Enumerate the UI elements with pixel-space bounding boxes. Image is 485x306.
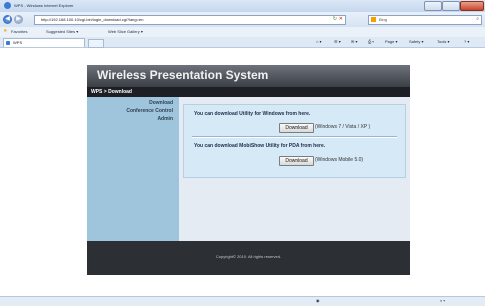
forward-arrow-icon[interactable]: ▶: [14, 15, 23, 24]
search-icon[interactable]: ⌕: [476, 16, 479, 22]
feeds-icon[interactable]: ☰ ▾: [334, 39, 341, 44]
tab-label: WPS: [13, 40, 23, 45]
tab-wps[interactable]: WPS: [3, 38, 85, 47]
pda-download-text: You can download MobiShow Utility for PD…: [194, 143, 326, 149]
copyright-text: Copyright© 2010. All rights reserved.: [215, 254, 282, 259]
page-viewport: Wireless Presentation System WPS > Downl…: [0, 48, 485, 296]
new-tab-button[interactable]: [88, 39, 104, 48]
sidebar-item-conference-control[interactable]: Conference Control: [126, 108, 173, 114]
refresh-icon[interactable]: ↻: [333, 16, 337, 22]
download-pda-button[interactable]: Download: [279, 156, 314, 166]
ie-logo-icon: [4, 2, 11, 9]
app-banner: Wireless Presentation System: [87, 65, 410, 87]
divider: [192, 136, 397, 138]
page-menu[interactable]: Page ▾: [385, 39, 397, 44]
minimize-button[interactable]: [424, 1, 442, 11]
download-panel: You can download Utility for Windows fro…: [183, 104, 406, 178]
app-footer: Copyright© 2010. All rights reserved.: [87, 241, 410, 275]
pda-version-note: (Windows Mobile 5.0): [315, 157, 364, 163]
sidebar: Download Conference Control Admin: [87, 97, 179, 241]
bing-icon: [371, 17, 376, 22]
zoom-icon[interactable]: ⌕ ▾: [440, 298, 445, 303]
search-placeholder: Bing: [379, 17, 388, 22]
breadcrumb: WPS > Download: [87, 87, 410, 97]
mail-icon[interactable]: ✉ ▾: [351, 39, 357, 44]
help-icon[interactable]: ? ▾: [464, 39, 469, 44]
security-zone-icon: ◉: [316, 298, 320, 303]
back-arrow-icon[interactable]: ◀: [3, 15, 12, 24]
stop-icon[interactable]: ✕: [339, 16, 343, 22]
favorites-star-icon[interactable]: ★: [3, 28, 7, 34]
safety-menu[interactable]: Safety ▾: [409, 39, 423, 44]
close-button[interactable]: [460, 1, 484, 11]
page-icon: [6, 41, 10, 45]
maximize-button[interactable]: [442, 1, 460, 11]
tab-bar: WPS ⌂ ▾ ☰ ▾ ✉ ▾ ⎙ ▾ Page ▾ Safety ▾ Tool…: [0, 37, 485, 48]
address-toolbar: ◀ ▶ http://192.168.100.10/cgi-bin/login_…: [0, 12, 485, 27]
app-body: Download Conference Control Admin You ca…: [87, 97, 410, 241]
download-windows-button[interactable]: Download: [279, 123, 314, 133]
tools-menu[interactable]: Tools ▾: [437, 39, 449, 44]
home-icon[interactable]: ⌂ ▾: [316, 39, 322, 44]
url-text: http://192.168.100.10/cgi-bin/login_down…: [41, 17, 144, 22]
favorites-button[interactable]: Favorites: [11, 29, 27, 34]
app-title: Wireless Presentation System: [97, 68, 269, 82]
print-icon[interactable]: ⎙ ▾: [368, 39, 374, 44]
address-input[interactable]: http://192.168.100.10/cgi-bin/login_down…: [34, 15, 346, 25]
windows-version-note: (Windows 7 / Vista / XP ): [315, 124, 371, 130]
main-content: You can download Utility for Windows fro…: [179, 97, 410, 241]
search-input[interactable]: Bing ⌕: [368, 15, 482, 25]
sidebar-item-download[interactable]: Download: [149, 100, 173, 106]
window-title: WPS - Windows Internet Explorer: [14, 3, 74, 8]
wps-app: Wireless Presentation System WPS > Downl…: [87, 65, 410, 275]
window-title-bar: WPS - Windows Internet Explorer: [0, 0, 485, 12]
sidebar-item-admin[interactable]: Admin: [157, 116, 173, 122]
fav-suggested-sites[interactable]: Suggested Sites ▾: [46, 29, 78, 34]
fav-web-slice-gallery[interactable]: Web Slice Gallery ▾: [108, 29, 143, 34]
windows-download-text: You can download Utility for Windows fro…: [194, 111, 311, 117]
breadcrumb-text: WPS > Download: [91, 89, 132, 95]
